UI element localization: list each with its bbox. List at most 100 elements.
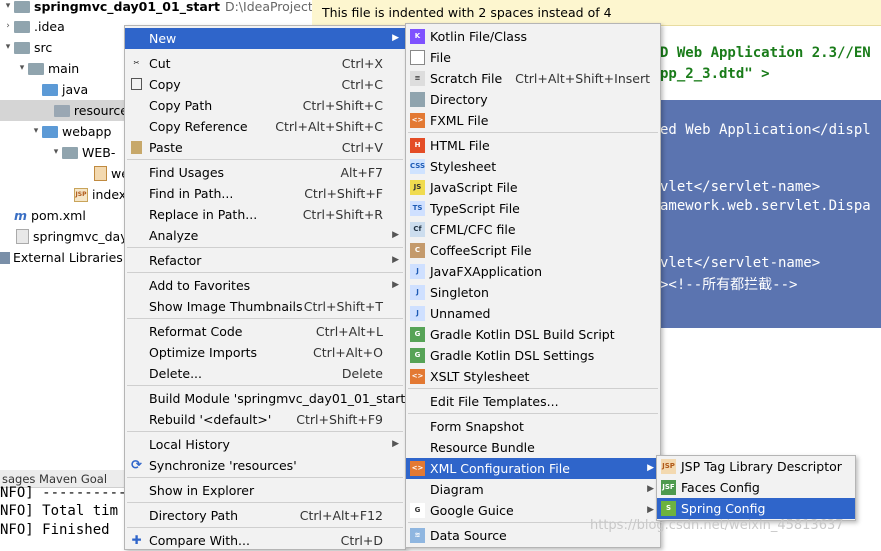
- menu-item-show-image-thumbnails[interactable]: Show Image Thumbnails Ctrl+Shift+T: [125, 296, 405, 317]
- tree-row-webapp[interactable]: ▾ webapp: [30, 121, 112, 142]
- tree-row-resources[interactable]: resource: [0, 100, 128, 121]
- html-icon: H: [410, 138, 425, 153]
- menu-separator: [408, 413, 658, 414]
- menu-separator: [127, 318, 403, 319]
- menu-item-reformat-code[interactable]: Reformat Code Ctrl+Alt+L: [125, 321, 405, 342]
- code-line: pp_2_3.dtd" >: [660, 66, 770, 82]
- folder-icon: [28, 62, 44, 75]
- menu-item-faces-config[interactable]: JSF Faces Config: [657, 477, 855, 498]
- chevron-right-icon[interactable]: ›: [2, 16, 14, 37]
- tree-row-idea[interactable]: › .idea: [2, 16, 65, 37]
- tree-row-iml[interactable]: springmvc_day0: [16, 226, 136, 247]
- tree-row-web-inf[interactable]: ▾ WEB-: [50, 142, 116, 163]
- menu-item-label: Unnamed: [430, 306, 491, 321]
- compare-icon: ✚: [131, 533, 142, 547]
- menu-item-javafxapplication[interactable]: J JavaFXApplication: [406, 261, 660, 282]
- folder-icon: [14, 20, 30, 33]
- menu-item-edit-file-templates[interactable]: Edit File Templates...: [406, 391, 660, 412]
- menu-item-fxml-file[interactable]: <> FXML File: [406, 110, 660, 131]
- chevron-down-icon[interactable]: ▾: [2, 37, 14, 58]
- menu-item-synchronize[interactable]: ⟳ Synchronize 'resources': [125, 455, 405, 476]
- database-icon: ≋: [410, 528, 425, 543]
- menu-item-label: Delete...: [149, 366, 202, 381]
- menu-item-singleton[interactable]: J Singleton: [406, 282, 660, 303]
- submenu-arrow-icon: ▶: [392, 280, 399, 290]
- menu-item-xml-configuration-file[interactable]: <> XML Configuration File ▶: [406, 458, 660, 479]
- tree-row-external-libraries[interactable]: External Libraries: [0, 247, 123, 268]
- menu-item-resource-bundle[interactable]: Resource Bundle: [406, 437, 660, 458]
- submenu-arrow-icon: ▶: [392, 33, 399, 43]
- menu-item-copy-reference[interactable]: Copy Reference Ctrl+Alt+Shift+C: [125, 116, 405, 137]
- chevron-down-icon[interactable]: ▾: [16, 58, 28, 79]
- menu-item-find-usages[interactable]: Find Usages Alt+F7: [125, 162, 405, 183]
- tree-row-pom[interactable]: m pom.xml: [14, 205, 86, 226]
- submenu-arrow-icon: ▶: [392, 439, 399, 449]
- tree-row-main[interactable]: ▾ main: [16, 58, 80, 79]
- tree-item-label: main: [48, 61, 80, 76]
- gradle-icon: G: [410, 327, 425, 342]
- tree-row-java[interactable]: java: [42, 79, 88, 100]
- menu-item-directory[interactable]: Directory: [406, 89, 660, 110]
- menu-item-label: Copy: [149, 77, 181, 92]
- menu-item-build-module[interactable]: Build Module 'springmvc_day01_01_start': [125, 388, 409, 409]
- chevron-down-icon[interactable]: ▾: [30, 121, 42, 142]
- chevron-down-icon[interactable]: ▾: [50, 142, 62, 163]
- menu-item-jsp-tag-library[interactable]: JSP JSP Tag Library Descriptor: [657, 456, 855, 477]
- menu-item-show-in-explorer[interactable]: Show in Explorer: [125, 480, 405, 501]
- menu-item-rebuild[interactable]: Rebuild '<default>' Ctrl+Shift+F9: [125, 409, 405, 430]
- tree-item-label: src: [34, 40, 53, 55]
- menu-separator: [127, 527, 403, 528]
- menu-item-gradle-kotlin-dsl-settings[interactable]: G Gradle Kotlin DSL Settings: [406, 345, 660, 366]
- menu-item-find-in-path[interactable]: Find in Path... Ctrl+Shift+F: [125, 183, 405, 204]
- menu-item-refactor[interactable]: Refactor ▶: [125, 250, 405, 271]
- menu-item-label: FXML File: [430, 113, 489, 128]
- menu-item-javascript-file[interactable]: JS JavaScript File: [406, 177, 660, 198]
- menu-item-copy-path[interactable]: Copy Path Ctrl+Shift+C: [125, 95, 405, 116]
- menu-item-spring-config[interactable]: S Spring Config: [657, 498, 855, 519]
- coffee-icon: C: [410, 243, 425, 258]
- menu-separator: [127, 385, 403, 386]
- menu-item-typescript-file[interactable]: TS TypeScript File: [406, 198, 660, 219]
- menu-item-directory-path[interactable]: Directory Path Ctrl+Alt+F12: [125, 505, 405, 526]
- menu-item-new[interactable]: New ▶: [125, 28, 405, 49]
- menu-item-stylesheet[interactable]: CSS Stylesheet: [406, 156, 660, 177]
- menu-item-cfml-cfc-file[interactable]: Cf CFML/CFC file: [406, 219, 660, 240]
- menu-item-file[interactable]: File: [406, 47, 660, 68]
- tree-row-index[interactable]: JSP index: [74, 184, 126, 205]
- css-icon: CSS: [410, 159, 425, 174]
- module-file-icon: [16, 229, 29, 244]
- menu-item-form-snapshot[interactable]: Form Snapshot: [406, 416, 660, 437]
- menu-item-copy[interactable]: Copy Ctrl+C: [125, 74, 405, 95]
- menu-item-label: Replace in Path...: [149, 207, 258, 222]
- menu-item-label: Analyze: [149, 228, 199, 243]
- menu-item-kotlin-file-class[interactable]: K Kotlin File/Class: [406, 26, 660, 47]
- menu-item-label: Synchronize 'resources': [149, 458, 297, 473]
- menu-item-add-to-favorites[interactable]: Add to Favorites ▶: [125, 275, 405, 296]
- menu-item-html-file[interactable]: H HTML File: [406, 135, 660, 156]
- menu-item-label: Reformat Code: [149, 324, 243, 339]
- menu-item-label: CoffeeScript File: [430, 243, 532, 258]
- menu-item-scratch-file[interactable]: ≡ Scratch File Ctrl+Alt+Shift+Insert: [406, 68, 660, 89]
- menu-item-replace-in-path[interactable]: Replace in Path... Ctrl+Shift+R: [125, 204, 405, 225]
- code-line: ed Web Application</displ: [660, 122, 871, 138]
- menu-item-delete[interactable]: Delete... Delete: [125, 363, 405, 384]
- menu-item-unnamed[interactable]: J Unnamed: [406, 303, 660, 324]
- menu-item-compare-with[interactable]: ✚ Compare With... Ctrl+D: [125, 530, 405, 551]
- menu-item-paste[interactable]: Paste Ctrl+V: [125, 137, 405, 158]
- menu-item-optimize-imports[interactable]: Optimize Imports Ctrl+Alt+O: [125, 342, 405, 363]
- menu-item-analyze[interactable]: Analyze ▶: [125, 225, 405, 246]
- menu-item-local-history[interactable]: Local History ▶: [125, 434, 405, 455]
- menu-item-xslt-stylesheet[interactable]: <> XSLT Stylesheet: [406, 366, 660, 387]
- chevron-down-icon[interactable]: ▾: [2, 0, 14, 17]
- menu-item-coffeescript-file[interactable]: C CoffeeScript File: [406, 240, 660, 261]
- menu-item-cut[interactable]: ✂ Cut Ctrl+X: [125, 53, 405, 74]
- menu-item-diagram[interactable]: Diagram ▶: [406, 479, 660, 500]
- tree-row-src[interactable]: ▾ src: [2, 37, 53, 58]
- menu-item-label: Gradle Kotlin DSL Build Script: [430, 327, 615, 342]
- submenu-arrow-icon: ▶: [647, 463, 654, 473]
- menu-item-label: Add to Favorites: [149, 278, 251, 293]
- project-name: springmvc_day01_01_start: [34, 0, 220, 14]
- menu-item-gradle-kotlin-dsl-build-script[interactable]: G Gradle Kotlin DSL Build Script: [406, 324, 660, 345]
- menu-item-label: Scratch File: [430, 71, 503, 86]
- tree-item-label: pom.xml: [31, 208, 86, 223]
